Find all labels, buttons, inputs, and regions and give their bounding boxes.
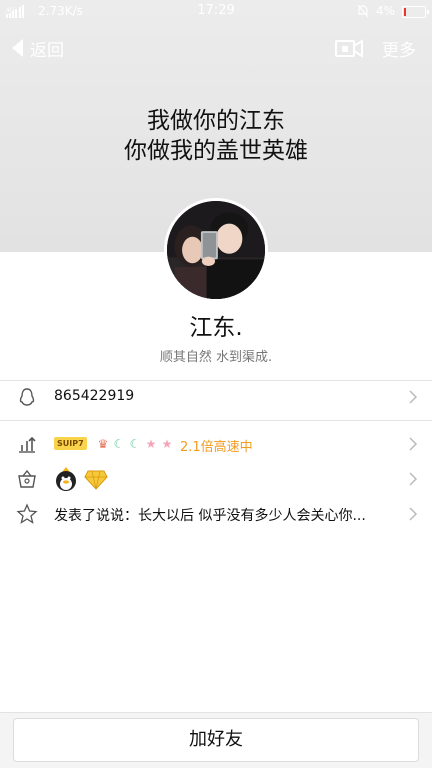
vip-badge: SUIP7 bbox=[54, 437, 87, 450]
more-button[interactable]: 更多 bbox=[382, 36, 416, 61]
crown-icon: ♛ bbox=[97, 437, 109, 451]
qq-number: 865422919 bbox=[54, 388, 135, 404]
status-bar: 4G 2.73K/s 17:29 4% bbox=[0, 0, 432, 24]
add-friend-button[interactable]: 加好友 bbox=[13, 718, 419, 762]
avatar-image bbox=[167, 201, 265, 299]
moon-icon: ☾ bbox=[113, 437, 125, 451]
speed-status: 2.1倍高速中 bbox=[180, 440, 253, 455]
avatar[interactable] bbox=[164, 198, 268, 302]
chevron-right-icon bbox=[409, 437, 418, 451]
chevron-right-icon bbox=[409, 472, 418, 486]
chevron-right-icon bbox=[409, 507, 418, 521]
divider bbox=[0, 420, 432, 421]
qq-penguin-icon bbox=[19, 388, 35, 406]
star-icon: ★ bbox=[145, 437, 157, 451]
back-arrow-icon bbox=[12, 39, 23, 57]
back-button[interactable]: 返回 bbox=[10, 36, 64, 61]
status-post-row[interactable]: 发表了说说：长大以后 似乎没有多少人会关心你... bbox=[0, 497, 432, 531]
alarm-off-icon bbox=[357, 4, 369, 18]
level-row[interactable]: SUIP7 ♛ ☾ ☾ ★ ★ 2.1倍高速中 bbox=[0, 427, 432, 461]
signature-line-2: 你做我的盖世英雄 bbox=[124, 138, 308, 164]
qq-penguin-badge-icon bbox=[56, 467, 76, 491]
basket-icon bbox=[18, 469, 36, 488]
star-outline-icon bbox=[16, 503, 38, 524]
battery-percent: 4% bbox=[376, 4, 396, 18]
nickname: 江东. bbox=[189, 315, 243, 341]
level-icons: ♛ ☾ ☾ ★ ★ bbox=[96, 436, 176, 452]
chevron-right-icon bbox=[409, 390, 418, 404]
level-chart-icon bbox=[19, 436, 36, 453]
battery-icon bbox=[402, 6, 429, 18]
signature-line-1: 我做你的江东 bbox=[147, 108, 285, 134]
status-post-text: 发表了说说：长大以后 似乎没有多少人会关心你... bbox=[54, 508, 366, 524]
star-icon: ★ bbox=[161, 437, 173, 451]
diamond-badge-icon bbox=[84, 470, 108, 490]
signature: 我做你的江东 你做我的盖世英雄 bbox=[0, 106, 432, 166]
video-call-icon[interactable] bbox=[334, 36, 364, 60]
qq-number-row[interactable]: 865422919 bbox=[0, 380, 432, 414]
moon-icon: ☾ bbox=[129, 437, 141, 451]
badges-row[interactable] bbox=[0, 462, 432, 496]
bio: 顺其自然 水到渠成. bbox=[159, 350, 273, 365]
back-label: 返回 bbox=[30, 40, 64, 61]
